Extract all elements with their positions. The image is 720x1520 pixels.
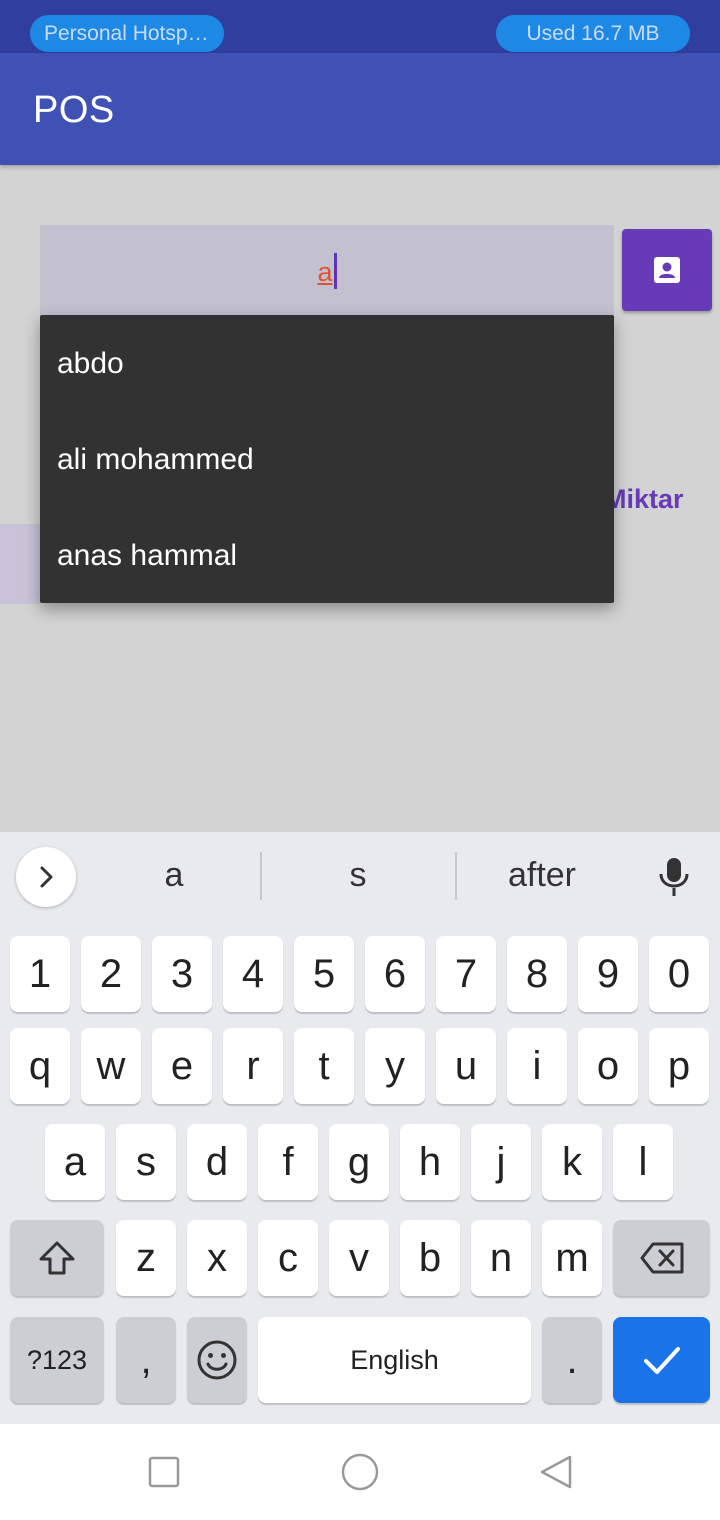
key-9[interactable]: 9 xyxy=(578,936,638,1012)
suggestion-strip: a s after xyxy=(0,832,720,922)
autocomplete-item[interactable]: anas hammal xyxy=(40,507,614,603)
key-k[interactable]: k xyxy=(542,1124,602,1200)
suggestion-word[interactable]: a xyxy=(99,856,249,895)
soft-keyboard: a s after 1 2 3 4 5 6 7 8 9 0 q w e r t … xyxy=(0,832,720,1424)
recent-apps-icon[interactable] xyxy=(148,1456,180,1488)
system-navigation-bar xyxy=(0,1424,720,1520)
key-s[interactable]: s xyxy=(116,1124,176,1200)
key-h[interactable]: h xyxy=(400,1124,460,1200)
suggestion-word[interactable]: s xyxy=(283,856,433,895)
contact-picker-button[interactable] xyxy=(622,229,712,311)
key-0[interactable]: 0 xyxy=(649,936,709,1012)
key-o[interactable]: o xyxy=(578,1028,638,1104)
checkmark-icon xyxy=(643,1347,680,1374)
suggestion-divider xyxy=(455,852,457,900)
background-label: Miktar xyxy=(604,484,684,514)
background-field[interactable] xyxy=(0,524,40,604)
key-1[interactable]: 1 xyxy=(10,936,70,1012)
customer-search-input[interactable]: a xyxy=(40,225,614,315)
key-l[interactable]: l xyxy=(613,1124,673,1200)
key-i[interactable]: i xyxy=(507,1028,567,1104)
period-key[interactable]: . xyxy=(542,1317,602,1403)
key-j[interactable]: j xyxy=(471,1124,531,1200)
key-e[interactable]: e xyxy=(152,1028,212,1104)
shift-icon xyxy=(39,1241,75,1275)
key-n[interactable]: n xyxy=(471,1220,531,1296)
key-v[interactable]: v xyxy=(329,1220,389,1296)
key-t[interactable]: t xyxy=(294,1028,354,1104)
space-key[interactable]: English xyxy=(258,1317,531,1403)
backspace-key[interactable] xyxy=(613,1220,710,1296)
key-2[interactable]: 2 xyxy=(81,936,141,1012)
key-4[interactable]: 4 xyxy=(223,936,283,1012)
suggestion-word[interactable]: after xyxy=(467,856,617,895)
key-w[interactable]: w xyxy=(81,1028,141,1104)
keyboard-expand-button[interactable] xyxy=(16,847,76,907)
autocomplete-item[interactable]: ali mohammed xyxy=(40,411,614,507)
key-5[interactable]: 5 xyxy=(294,936,354,1012)
key-7[interactable]: 7 xyxy=(436,936,496,1012)
key-g[interactable]: g xyxy=(329,1124,389,1200)
key-u[interactable]: u xyxy=(436,1028,496,1104)
emoji-key[interactable] xyxy=(187,1317,247,1403)
key-6[interactable]: 6 xyxy=(365,936,425,1012)
app-title: POS xyxy=(33,89,115,131)
autocomplete-dropdown: abdo ali mohammed anas hammal xyxy=(40,315,614,603)
key-r[interactable]: r xyxy=(223,1028,283,1104)
key-x[interactable]: x xyxy=(187,1220,247,1296)
emoji-icon xyxy=(197,1340,237,1380)
text-caret xyxy=(333,253,337,289)
comma-key[interactable]: , xyxy=(116,1317,176,1403)
key-a[interactable]: a xyxy=(45,1124,105,1200)
suggestion-divider xyxy=(260,852,262,900)
hotspot-indicator[interactable]: Personal Hotspo... xyxy=(30,15,224,52)
key-p[interactable]: p xyxy=(649,1028,709,1104)
key-8[interactable]: 8 xyxy=(507,936,567,1012)
key-m[interactable]: m xyxy=(542,1220,602,1296)
search-input-value: a xyxy=(317,257,333,287)
back-icon[interactable] xyxy=(538,1454,574,1490)
search-input-text: a xyxy=(40,253,614,289)
key-d[interactable]: d xyxy=(187,1124,247,1200)
app-bar: POS xyxy=(0,53,720,165)
key-f[interactable]: f xyxy=(258,1124,318,1200)
status-bar: Personal Hotspo... Used 16.7 MB xyxy=(0,0,720,53)
contact-icon xyxy=(654,257,680,283)
key-y[interactable]: y xyxy=(365,1028,425,1104)
microphone-icon[interactable] xyxy=(656,856,692,898)
chevron-right-icon xyxy=(40,866,53,888)
home-icon[interactable] xyxy=(341,1453,379,1491)
symbols-key[interactable]: ?123 xyxy=(10,1317,104,1403)
key-3[interactable]: 3 xyxy=(152,936,212,1012)
key-q[interactable]: q xyxy=(10,1028,70,1104)
key-b[interactable]: b xyxy=(400,1220,460,1296)
key-c[interactable]: c xyxy=(258,1220,318,1296)
backspace-icon xyxy=(640,1242,683,1274)
autocomplete-item[interactable]: abdo xyxy=(40,315,614,411)
shift-key[interactable] xyxy=(10,1220,104,1296)
data-usage-indicator[interactable]: Used 16.7 MB xyxy=(496,15,690,52)
enter-key[interactable] xyxy=(613,1317,710,1403)
key-z[interactable]: z xyxy=(116,1220,176,1296)
